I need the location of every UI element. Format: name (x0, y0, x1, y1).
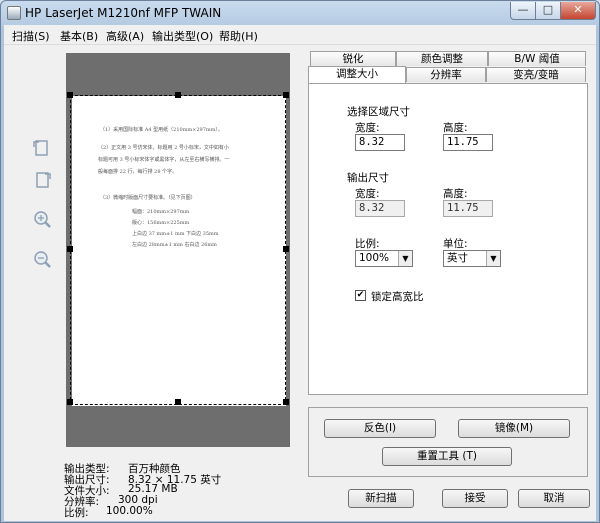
info-value: 100.00% (106, 505, 153, 517)
lock-ratio-checkbox[interactable]: ✔ (355, 290, 366, 301)
tab-color-adjust[interactable]: 颜色调整 (396, 51, 488, 66)
mirror-button[interactable]: 镜像(M) (458, 419, 570, 438)
accept-button[interactable]: 接受 (442, 489, 508, 508)
reset-tools-button[interactable]: 重置工具 (T) (382, 447, 512, 466)
menu-bar: 扫描(S) 基本(B) 高级(A) 输出类型(O) 帮助(H) (4, 25, 596, 45)
tool-buttons-group (308, 407, 588, 477)
selection-handle-right[interactable] (283, 246, 289, 252)
scale-label: 比例: (355, 238, 380, 250)
client-area: （1）采用国际标准 A4 型用纸（210mm×297mm）。 （2）正文用 3 … (4, 45, 596, 521)
selection-handle-top-right[interactable] (283, 92, 289, 98)
selection-handle-bottom-right[interactable] (283, 399, 289, 405)
close-button[interactable]: ✕ (560, 2, 596, 20)
scale-dropdown[interactable]: 100% ▼ (355, 250, 413, 267)
app-icon (7, 6, 21, 20)
chevron-down-icon: ▼ (486, 251, 500, 266)
output-size-title: 输出尺寸 (347, 172, 389, 184)
zoom-in-icon[interactable] (30, 209, 54, 231)
scale-dropdown-value: 100% (359, 252, 390, 264)
unit-dropdown[interactable]: 英寸 ▼ (443, 250, 501, 267)
output-width-label: 宽度: (355, 188, 380, 200)
selection-rectangle[interactable] (70, 95, 286, 405)
select-area-title: 选择区域尺寸 (347, 106, 410, 118)
tab-sharpen[interactable]: 锐化 (310, 51, 396, 66)
tab-resolution[interactable]: 分辨率 (406, 67, 486, 82)
tab-bw-threshold[interactable]: B/W 阈值 (488, 51, 586, 66)
cancel-button[interactable]: 取消 (518, 489, 590, 508)
zoom-out-icon[interactable] (30, 249, 54, 271)
rotate-right-icon[interactable] (30, 169, 54, 191)
info-label: 比例: (64, 507, 89, 519)
lock-ratio-label: 锁定高宽比 (371, 291, 424, 303)
select-height-input[interactable]: 11.75 (443, 134, 493, 151)
selection-handle-left[interactable] (67, 246, 73, 252)
invert-button[interactable]: 反色(I) (324, 419, 436, 438)
menu-output-type[interactable]: 输出类型(O) (152, 28, 213, 44)
new-scan-button[interactable]: 新扫描 (348, 489, 414, 508)
select-height-label: 高度: (443, 122, 468, 134)
unit-dropdown-value: 英寸 (447, 252, 468, 264)
resize-panel: 选择区域尺寸 宽度: 高度: 8.32 11.75 输出尺寸 宽度: 高度: 8… (308, 83, 588, 395)
output-width-value: 8.32 (355, 200, 405, 217)
menu-scan[interactable]: 扫描(S) (12, 28, 50, 44)
tab-brightness[interactable]: 变亮/变暗 (486, 67, 586, 82)
menu-help[interactable]: 帮助(H) (219, 28, 258, 44)
output-height-value: 11.75 (443, 200, 493, 217)
select-width-input[interactable]: 8.32 (355, 134, 405, 151)
unit-label: 单位: (443, 238, 468, 250)
maximize-button[interactable]: □ (535, 2, 561, 20)
minimize-button[interactable]: — (510, 2, 536, 20)
rotate-left-icon[interactable] (30, 137, 54, 159)
window-title: HP LaserJet M1210nf MFP TWAIN (25, 6, 222, 20)
scanner-window: HP LaserJet M1210nf MFP TWAIN — □ ✕ 扫描(S… (0, 0, 600, 523)
title-bar: HP LaserJet M1210nf MFP TWAIN — □ ✕ (1, 1, 599, 25)
tab-resize[interactable]: 调整大小 (308, 66, 406, 83)
selection-handle-top[interactable] (175, 92, 181, 98)
menu-basic[interactable]: 基本(B) (60, 28, 98, 44)
chevron-down-icon: ▼ (398, 251, 412, 266)
select-width-label: 宽度: (355, 122, 380, 134)
menu-advanced[interactable]: 高级(A) (106, 28, 144, 44)
info-scale: 比例: 100.00% (64, 505, 153, 520)
selection-handle-bottom[interactable] (175, 399, 181, 405)
selection-handle-top-left[interactable] (67, 92, 73, 98)
output-height-label: 高度: (443, 188, 468, 200)
selection-handle-bottom-left[interactable] (67, 399, 73, 405)
